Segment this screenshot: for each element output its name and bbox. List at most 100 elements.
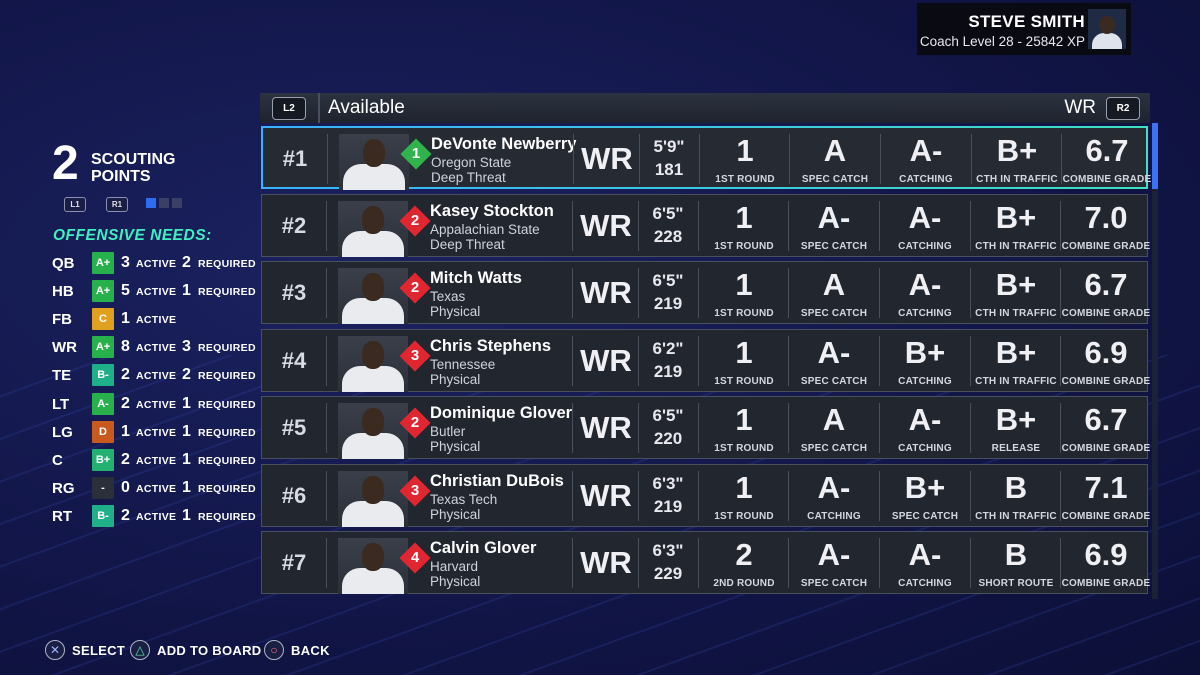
prospect-weight: 220: [653, 429, 683, 448]
stat-value: B+: [904, 469, 946, 505]
need-required-label: REQUIRED: [198, 370, 256, 383]
prospect-row[interactable]: #4 3 Chris Stephens Tennessee Physical WR 6'2"…: [261, 328, 1151, 392]
need-active-count: 0: [121, 478, 130, 496]
l2-button-icon[interactable]: L2: [272, 97, 306, 120]
position-filter[interactable]: WR: [1064, 97, 1096, 119]
prospect-row[interactable]: #6 3 Christian DuBois Texas Tech Physical WR 6…: [261, 463, 1150, 527]
need-active-count: 2: [121, 450, 130, 468]
need-active-label: ACTIVE: [136, 314, 177, 327]
prospect-rank: #5: [281, 415, 307, 440]
prospect-school: Harvard: [430, 559, 479, 574]
need-row: RG -0 ACTIVE 1 REQUIRED: [52, 476, 262, 499]
prospect-position: WR: [581, 141, 633, 176]
prospect-height: 6'5": [652, 271, 684, 290]
stat-value: A-: [817, 199, 851, 235]
prospect-height: 6'5": [652, 203, 684, 223]
stat-label: SPEC CATCH: [800, 375, 868, 387]
prospect-stat: B+ CTH IN TRAFFIC: [971, 262, 1061, 323]
need-row: LT A- 2 ACTIVE 1 REQUIRED: [52, 392, 262, 415]
prospect-school: Tennessee: [430, 356, 496, 372]
need-position: WR: [52, 339, 77, 357]
prospect-stat: A- CATCHING: [881, 128, 971, 187]
need-active-count: 2: [121, 366, 130, 384]
offensive-needs-title: OFFENSIVE NEEDS:: [53, 227, 212, 244]
stat-value: 1: [735, 267, 753, 302]
prospect-stat: B CTH IN TRAFFIC: [971, 465, 1061, 526]
stat-value: A: [823, 133, 847, 168]
prospect-position: WR: [580, 477, 632, 513]
need-active-label: ACTIVE: [136, 342, 177, 355]
prospect-archetype: Deep Threat: [430, 236, 505, 252]
coach-level: Coach Level 28 - 25842 XP: [919, 34, 1085, 49]
need-required-count: 3: [182, 338, 191, 356]
page-indicator: [159, 198, 169, 208]
prospect-position: WR: [580, 410, 632, 445]
prospect-stat: A SPEC CATCH: [790, 128, 880, 187]
prospect-stat: B+ CTH IN TRAFFIC: [971, 330, 1061, 391]
stat-label: COMBINE GRADE: [1062, 174, 1152, 185]
need-row: WR A+ 8 ACTIVE 3 REQUIRED: [52, 336, 262, 359]
need-required-count: 1: [182, 506, 191, 524]
prospect-row[interactable]: #7 4 Calvin Glover Harvard Physical WR 6'3" 229…: [261, 531, 1151, 594]
prospect-stat: A SPEC CATCH: [789, 262, 879, 323]
prospect-photo: [338, 335, 408, 392]
prospect-stat: 1 1ST ROUND: [700, 128, 790, 187]
stat-value: 2: [735, 537, 753, 572]
need-row: TE B- 2 ACTIVE 2 REQUIRED: [52, 364, 262, 387]
need-grade-badge: B+: [92, 448, 114, 471]
prospect-stat: 6.7 COMBINE GRADE: [1061, 262, 1151, 323]
stat-value: 1: [735, 199, 753, 235]
stat-label: COMBINE GRADE: [1061, 375, 1151, 387]
need-grade-badge: C: [92, 308, 114, 331]
prospect-stat: B+ CTH IN TRAFFIC: [971, 195, 1061, 256]
l1-button-icon[interactable]: L1: [64, 197, 86, 212]
scrollbar-thumb[interactable]: [1152, 123, 1158, 189]
prospect-row[interactable]: #1 1 DeVonte Newberry Oregon State Deep Thre…: [261, 126, 1151, 190]
need-required-count: 1: [182, 422, 191, 440]
prospect-stat: 6.9 COMBINE GRADE: [1061, 532, 1151, 593]
stat-label: CATCHING: [898, 578, 952, 589]
stat-value: 1: [736, 133, 754, 168]
prospect-rank: #4: [281, 347, 307, 373]
stat-label: CATCHING: [899, 174, 953, 185]
scouting-points-value: 2: [52, 137, 79, 190]
stat-label: COMBINE GRADE: [1061, 443, 1151, 454]
stat-label: SPEC CATCH: [800, 308, 868, 319]
prospect-row[interactable]: #3 2 Mitch Watts Texas Physical WR 6'5" 219 1 1ST…: [261, 261, 1151, 324]
coach-name: STEVE SMITH: [968, 12, 1085, 31]
stat-value: A-: [817, 537, 851, 572]
prospect-stat: A- SPEC CATCH: [789, 195, 879, 256]
prospect-stat: B+ RELEASE: [971, 397, 1061, 458]
stat-label: SPEC CATCH: [801, 174, 869, 185]
prospect-school: Texas: [430, 289, 466, 304]
tier-number: 4: [410, 549, 420, 566]
need-required-count: 1: [182, 282, 191, 300]
r2-button-icon[interactable]: R2: [1106, 97, 1140, 120]
stat-label: COMBINE GRADE: [1061, 308, 1151, 319]
stat-label: SPEC CATCH: [891, 510, 959, 522]
tier-number: 2: [410, 279, 420, 296]
prospect-height: 6'3": [652, 541, 684, 560]
prospect-name: Kasey Stockton: [430, 201, 554, 220]
prospect-stat: B+ CATCHING: [880, 330, 970, 391]
stat-value: B+: [995, 267, 1037, 302]
stat-value: A-: [908, 402, 942, 437]
need-grade-badge: A+: [92, 252, 114, 274]
stat-value: B+: [995, 334, 1037, 370]
scrollbar[interactable]: [1152, 123, 1158, 599]
prospect-stat: 1 1ST ROUND: [699, 262, 789, 323]
prospect-stat: A- SPEC CATCH: [789, 532, 879, 593]
prospect-photo: [339, 134, 409, 190]
need-required-count: 1: [182, 450, 191, 468]
prospect-name: Christian DuBois: [430, 471, 564, 490]
prospect-row[interactable]: #2 2 Kasey Stockton Appalachian State Deep T…: [261, 193, 1150, 257]
tier-number: 2: [410, 414, 420, 431]
tier-number: 3: [410, 346, 420, 364]
need-required-label: REQUIRED: [198, 258, 256, 270]
prospect-height: 6'3": [652, 473, 684, 493]
prospect-row[interactable]: #5 2 Dominique Glover Butler Physical WR 6'5" 2…: [261, 396, 1151, 459]
need-active-count: 8: [121, 338, 130, 356]
need-active-count: 1: [121, 310, 130, 328]
r1-button-icon[interactable]: R1: [106, 197, 128, 212]
stat-label: 1ST ROUND: [714, 375, 774, 387]
